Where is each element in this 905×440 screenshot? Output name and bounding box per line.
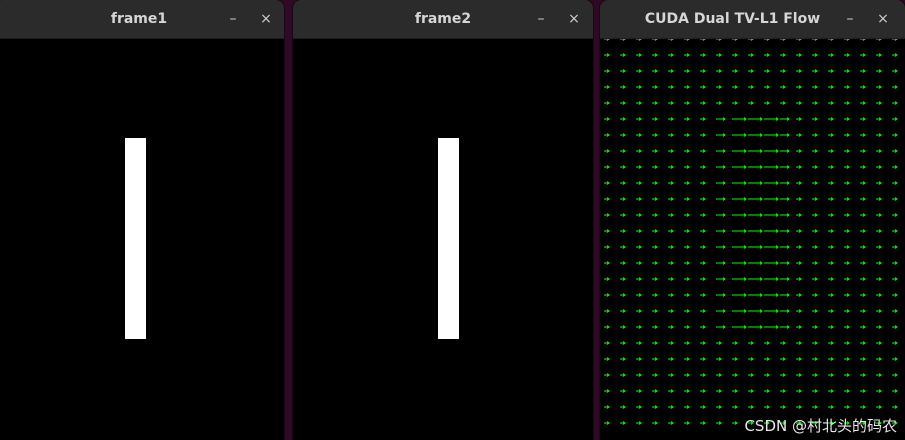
titlebar[interactable]: frame2 – × [293,0,593,39]
window-title: CUDA Dual TV-L1 Flow [644,11,821,27]
window-flow: CUDA Dual TV-L1 Flow – × [600,0,905,440]
titlebar[interactable]: CUDA Dual TV-L1 Flow – × [600,0,905,39]
close-icon[interactable]: × [873,9,893,29]
image-canvas [293,39,593,440]
white-bar [125,138,146,339]
minimize-icon[interactable]: – [531,9,551,29]
white-bar [438,138,459,339]
minimize-icon[interactable]: – [223,9,243,29]
flow-field [604,39,898,425]
minimize-icon[interactable]: – [840,9,860,29]
desktop: frame1 – × frame2 – × CUDA Dual TV-L1 Fl… [0,0,905,440]
image-canvas [0,39,284,440]
close-icon[interactable]: × [564,9,584,29]
window-frame1: frame1 – × [0,0,284,440]
close-icon[interactable]: × [256,9,276,29]
window-frame2: frame2 – × [293,0,593,440]
watermark: CSDN @村北头的码农 [744,417,897,435]
titlebar[interactable]: frame1 – × [0,0,284,39]
flow-canvas [600,39,905,440]
